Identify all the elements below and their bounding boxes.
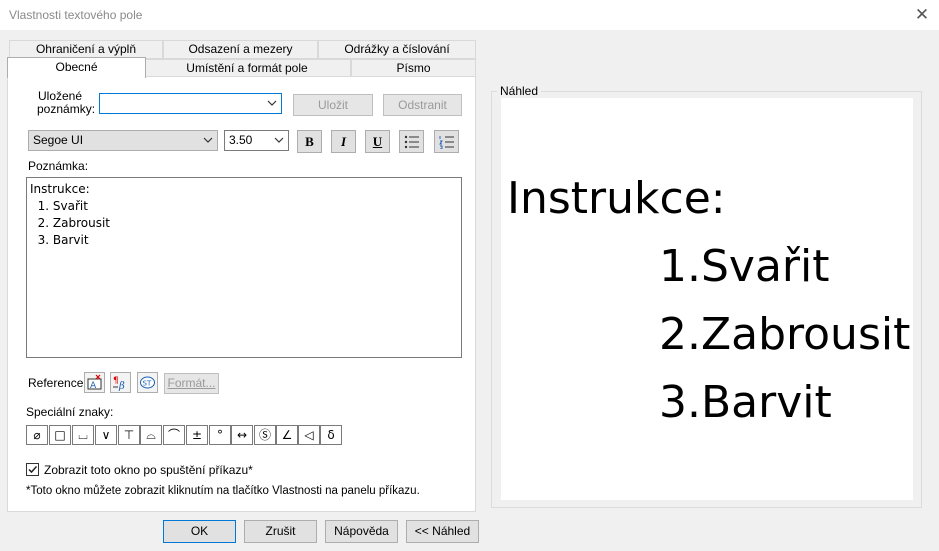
cancel-button[interactable]: Zrušit bbox=[244, 520, 317, 543]
preview-toggle-button[interactable]: << Náhled bbox=[406, 520, 479, 543]
chevron-down-icon bbox=[203, 137, 213, 143]
saved-notes-label-2: poznámky: bbox=[37, 102, 96, 116]
special-chars-label: Speciální znaky: bbox=[26, 405, 114, 419]
standard-icon: ST bbox=[140, 376, 155, 389]
tab-font[interactable]: Písmo bbox=[351, 59, 476, 77]
saved-notes-label-1: Uložené bbox=[38, 89, 83, 103]
counterbore-icon[interactable]: ⌴ bbox=[72, 425, 94, 445]
close-button[interactable]: ✕ bbox=[905, 2, 939, 28]
note-line: 2. Zabrousit bbox=[30, 216, 110, 230]
note-line: 1. Svařit bbox=[30, 199, 88, 213]
remove-note-button[interactable]: Odstranit bbox=[383, 94, 462, 116]
svg-text:ST: ST bbox=[143, 380, 152, 388]
tab-bullets-numbering[interactable]: Odrážky a číslování bbox=[318, 40, 476, 59]
square-icon[interactable]: □ bbox=[49, 425, 71, 445]
preview-line: 3.Barvit bbox=[659, 377, 832, 428]
font-family-combo[interactable]: Segoe UI bbox=[28, 130, 218, 151]
between-icon[interactable]: ↔ bbox=[231, 425, 253, 445]
svg-text:A: A bbox=[90, 381, 97, 391]
italic-button[interactable]: I bbox=[331, 130, 356, 153]
tab-placement-format[interactable]: Umístění a formát pole bbox=[143, 59, 351, 77]
checkmark-icon bbox=[28, 465, 38, 474]
note-line: Instrukce: bbox=[30, 182, 90, 196]
numbered-list-button[interactable] bbox=[434, 130, 459, 153]
chevron-down-icon bbox=[267, 100, 277, 106]
attribute-icon: A bbox=[87, 374, 102, 391]
note-textarea[interactable]: Instrukce: 1. Svařit 2. Zabrousit 3. Bar… bbox=[26, 177, 462, 358]
insert-parameter-button[interactable]: ¶ β bbox=[110, 372, 131, 393]
insert-standard-button[interactable]: ST bbox=[137, 372, 158, 393]
show-dialog-label: Zobrazit toto okno po spuštění příkazu* bbox=[44, 463, 253, 477]
preview-label: Náhled bbox=[497, 84, 542, 98]
font-size-combo[interactable]: 3.50 bbox=[224, 130, 289, 151]
delta-icon[interactable]: δ bbox=[320, 425, 342, 445]
note-label: Poznámka: bbox=[28, 159, 89, 173]
format-button[interactable]: Formát... bbox=[164, 373, 219, 394]
svg-text:β: β bbox=[118, 381, 125, 392]
bullet-list-icon bbox=[404, 135, 419, 149]
preview-canvas: Instrukce: 1.Svařit 2.Zabrousit 3.Barvit bbox=[501, 98, 913, 500]
saved-notes-combo[interactable] bbox=[99, 93, 282, 114]
save-note-button[interactable]: Uložit bbox=[293, 94, 373, 116]
note-line: 3. Barvit bbox=[30, 233, 89, 247]
chevron-down-icon bbox=[274, 137, 284, 143]
bold-button[interactable]: B bbox=[297, 130, 322, 153]
plus-minus-icon[interactable]: ± bbox=[186, 425, 208, 445]
arc-icon[interactable]: ⌒ bbox=[163, 425, 185, 445]
numbered-list-icon bbox=[438, 136, 454, 150]
degree-icon[interactable]: ° bbox=[209, 425, 231, 445]
font-size-value: 3.50 bbox=[229, 133, 253, 147]
footnote-text: *Toto okno můžete zobrazit kliknutím na … bbox=[26, 485, 420, 497]
svg-text:¶: ¶ bbox=[113, 376, 119, 386]
window-title: Vlastnosti textového pole bbox=[9, 8, 143, 22]
depth-icon[interactable]: ⊤ bbox=[118, 425, 140, 445]
slope-icon[interactable]: ∠ bbox=[276, 425, 298, 445]
parameter-icon: ¶ β bbox=[113, 376, 125, 392]
preview-line: 2.Zabrousit bbox=[659, 309, 911, 360]
show-dialog-checkbox[interactable] bbox=[26, 463, 39, 476]
taper-icon[interactable]: ◁ bbox=[298, 425, 320, 445]
font-family-value: Segoe UI bbox=[33, 133, 84, 147]
statistical-icon[interactable]: Ⓢ bbox=[254, 425, 276, 445]
underline-button[interactable]: U bbox=[365, 130, 390, 153]
diameter-icon[interactable]: ⌀ bbox=[26, 425, 48, 445]
reference-label: Reference: bbox=[28, 376, 87, 390]
ok-button[interactable]: OK bbox=[163, 520, 236, 543]
preview-line: Instrukce: bbox=[507, 173, 726, 224]
preview-line: 1.Svařit bbox=[659, 241, 830, 292]
insert-attribute-button[interactable]: A bbox=[84, 372, 105, 393]
tab-general[interactable]: Obecné bbox=[7, 57, 146, 78]
countersink-icon[interactable]: ∨ bbox=[95, 425, 117, 445]
envelope-icon[interactable]: ⌓ bbox=[140, 425, 162, 445]
bullet-list-button[interactable] bbox=[399, 130, 424, 153]
tab-indent-spacing[interactable]: Odsazení a mezery bbox=[163, 40, 318, 59]
help-button[interactable]: Nápověda bbox=[325, 520, 398, 543]
